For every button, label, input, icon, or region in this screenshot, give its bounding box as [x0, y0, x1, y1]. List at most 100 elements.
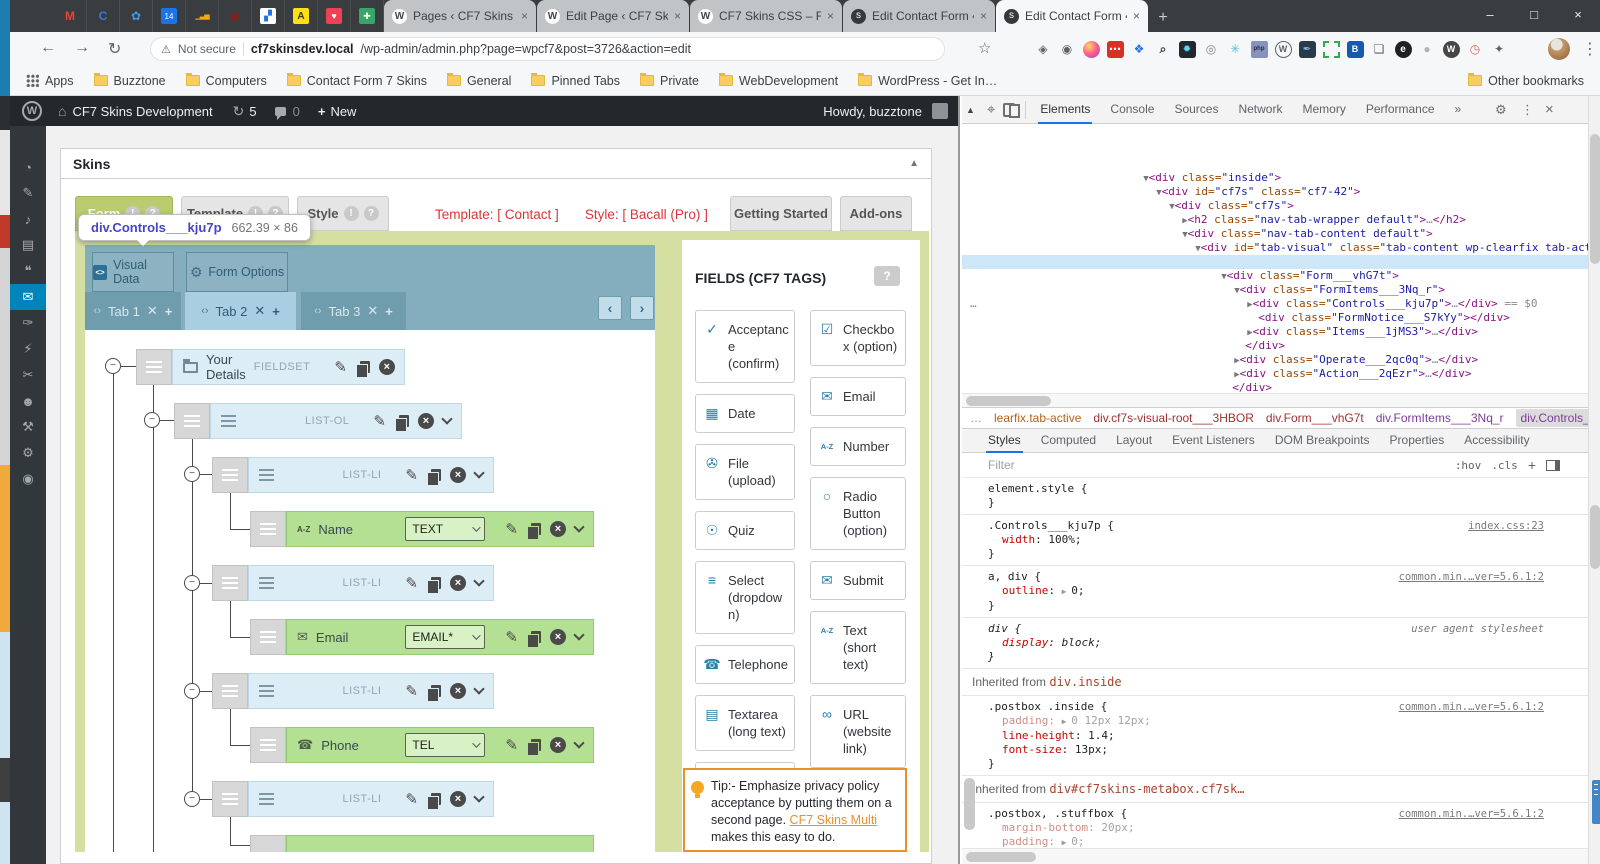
browser-tab[interactable]: W Pages ‹ CF7 Skins Team — Wo × [384, 0, 536, 32]
chevron-down-icon[interactable] [473, 467, 484, 478]
style-rule[interactable]: .Controls___kju7p {index.css:23 width: 1… [962, 515, 1590, 566]
tree-row-list-li[interactable]: LIST-LI ✎ × [248, 457, 494, 493]
css-property[interactable]: font-size: 13px; [962, 743, 1590, 757]
tree-collapse-toggle[interactable]: − [184, 791, 200, 807]
tree-row-field-email[interactable]: ✉ Email EMAIL* ✎ × [286, 619, 594, 655]
tree-row-fieldset[interactable]: Your Details FIELDSET ✎ × [172, 349, 405, 385]
drag-handle[interactable] [174, 403, 210, 439]
style-rule[interactable]: .postbox .inside {common.min.…ver=5.6.1:… [962, 696, 1590, 776]
breadcrumb-item[interactable]: … [970, 411, 982, 425]
dom-tree-row[interactable]: ▼<div class="nav-tab-content default"> [962, 185, 1590, 199]
filter-input[interactable]: Filter [988, 458, 1015, 472]
scroll-up-arrow[interactable]: ▲ [966, 105, 975, 115]
style-rule[interactable]: element.style { } [962, 478, 1590, 515]
user-avatar[interactable] [932, 103, 948, 119]
sidebar-item-appearance[interactable]: ✑ [10, 310, 46, 336]
edit-icon[interactable]: ✎ [405, 576, 418, 591]
stylesheet-link[interactable]: index.css:23 [1468, 519, 1544, 533]
bookmark-folder[interactable]: Pinned Tabs [531, 74, 620, 88]
browser-tab[interactable]: s Edit Contact Form ‹ CF7 Skins × [843, 0, 995, 32]
reload-icon[interactable]: ↻ [108, 39, 121, 59]
tag-extension-icon[interactable]: B [1344, 38, 1366, 60]
field-type-select[interactable]: TEL [405, 733, 485, 757]
new-content-link[interactable]: New [330, 104, 356, 119]
field-button-date[interactable]: ▦ Date [695, 394, 795, 433]
back-icon[interactable]: ← [40, 39, 56, 57]
tiles-pinned-tab-icon[interactable]: ▞ [252, 0, 285, 32]
forward-icon[interactable]: → [74, 39, 90, 57]
delete-icon[interactable]: × [418, 413, 434, 429]
sidebar-tab[interactable]: Accessibility [1454, 429, 1539, 453]
tree-row-field-phone[interactable]: ☎ Phone TEL ✎ × [286, 727, 594, 763]
duplicate-icon[interactable] [531, 523, 541, 535]
tab-add-icon[interactable]: + [165, 304, 173, 319]
apps-shortcut[interactable]: Apps [26, 74, 74, 88]
wordpress-extension-icon[interactable]: W [1272, 38, 1294, 60]
dom-tree-row[interactable]: ▶<div class="Operate___2qc0q">…</div> [962, 311, 1590, 325]
chevron-down-icon[interactable] [473, 683, 484, 694]
sidebar-item-snippets[interactable]: ✂ [10, 362, 46, 388]
dom-tree-row[interactable]: ▼<div class="inside"> [962, 129, 1590, 143]
sidebar-tab[interactable]: Computed [1031, 429, 1106, 453]
window-extension-icon[interactable]: ❖ [1128, 38, 1150, 60]
breadcrumb-item[interactable]: div.Form___vhG7t [1266, 411, 1364, 425]
profile-avatar[interactable] [1548, 38, 1570, 60]
stylesheet-link[interactable]: user agent stylesheet [1411, 622, 1544, 636]
hover-state-toggle[interactable]: :hov [1455, 459, 1482, 472]
form-tab-1[interactable]: ‹› Tab 1 ✕ + [85, 292, 181, 330]
clock-extension-icon[interactable]: ◷ [1464, 38, 1486, 60]
tab-close-icon[interactable]: ✕ [254, 303, 265, 319]
bookmark-star-icon[interactable]: ☆ [978, 39, 991, 57]
devtools-tab[interactable]: » [1445, 96, 1472, 124]
duplicate-icon[interactable] [399, 415, 409, 427]
bookmark-folder[interactable]: General [447, 74, 511, 88]
camera-extension-icon[interactable]: ◉ [1056, 38, 1078, 60]
site-name-link[interactable]: CF7 Skins Development [72, 104, 212, 119]
css-property[interactable]: outline: 0; [962, 584, 1590, 599]
sidebar-item-settings[interactable]: ⚙ [10, 440, 46, 466]
delete-icon[interactable]: × [550, 521, 566, 537]
drag-handle[interactable] [212, 673, 248, 709]
prev-tab-button[interactable]: ‹ [598, 296, 622, 320]
css-property[interactable]: display: block; [962, 636, 1590, 650]
tree-row-list-ol[interactable]: LIST-OL ✎ × [210, 403, 462, 439]
drag-handle[interactable] [250, 619, 286, 655]
breadcrumb-item[interactable]: learfix.tab-active [994, 411, 1081, 425]
dom-tree-row[interactable]: ::after [962, 367, 1590, 381]
form-tab-2[interactable]: ‹› Tab 2 ✕ + [185, 292, 296, 330]
edit-icon[interactable]: ✎ [505, 630, 518, 645]
dom-tree-row[interactable]: </div> [962, 297, 1590, 311]
browser-tab[interactable]: W Edit Page ‹ CF7 Skins Team — × [537, 0, 689, 32]
sidebar-item-comments[interactable]: ❝ [10, 258, 46, 284]
metabox-header[interactable]: Skins ▲ [61, 149, 931, 179]
drag-handle[interactable] [212, 457, 248, 493]
styles-horizontal-scrollbar[interactable] [962, 848, 1590, 864]
dom-tree-row[interactable]: ▼<div class="cf7s"> [962, 157, 1590, 171]
tree-collapse-toggle[interactable]: − [105, 358, 121, 374]
addons-button[interactable]: Add-ons [840, 196, 912, 231]
other-bookmarks[interactable]: Other bookmarks [1468, 74, 1584, 88]
bookmark-folder[interactable]: WordPress - Get In… [858, 74, 997, 88]
browser-tab[interactable]: W CF7 Skins CSS – Folders & File × [690, 0, 842, 32]
delete-icon[interactable]: × [450, 467, 466, 483]
sidebar-item-contact[interactable]: ✉ [10, 284, 46, 310]
styles-left-scrollbar-thumb[interactable] [964, 778, 975, 830]
breadcrumb-item[interactable]: div.FormItems___3Nq_r [1376, 411, 1504, 425]
cross-pinned-tab-icon[interactable]: ✚ [351, 0, 384, 32]
sidebar-item-pages[interactable]: ▤ [10, 232, 46, 258]
dom-tree-row[interactable]: </div> [962, 339, 1590, 353]
next-tab-button[interactable]: › [630, 296, 654, 320]
wordpress-circle-extension-icon[interactable]: W [1440, 38, 1462, 60]
css-property[interactable]: width: 100%; [962, 533, 1590, 547]
devtools-tab[interactable]: Elements [1030, 96, 1100, 124]
devtools-close-icon[interactable]: × [1545, 96, 1554, 124]
red-menu-extension-icon[interactable]: ⋯ [1104, 38, 1126, 60]
field-button-textarea[interactable]: ▤ Textarea (long text) [695, 695, 795, 751]
analytics-pinned-tab-icon[interactable]: ▁▃▅ [186, 0, 219, 32]
chevron-down-icon[interactable] [473, 791, 484, 802]
dom-tree-row[interactable]: ▶<div class="Action___2qEzr">…</div> [962, 325, 1590, 339]
form-tab-3[interactable]: ‹› Tab 3 ✕ + [301, 292, 406, 330]
gmail-pinned-tab-icon[interactable]: M [54, 0, 87, 32]
sidebar-tab[interactable]: Layout [1106, 429, 1162, 453]
chevron-down-icon[interactable] [573, 521, 584, 532]
